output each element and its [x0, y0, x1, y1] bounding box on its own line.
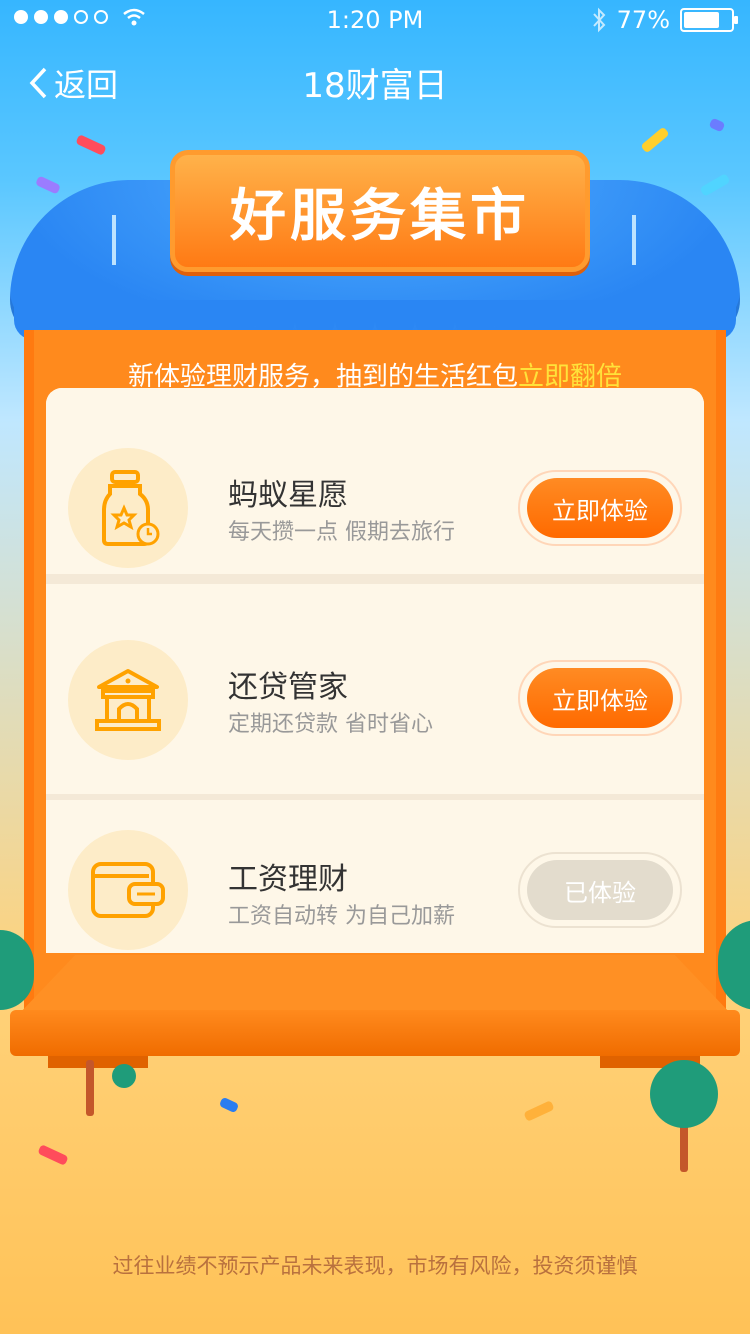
try-now-button-wrapper: 立即体验 — [518, 660, 682, 736]
risk-disclaimer: 过往业绩不预示产品未来表现，市场有风险，投资须谨慎 — [112, 1254, 638, 1278]
service-name: 蚂蚁星愿 — [228, 478, 348, 513]
service-name: 还贷管家 — [228, 670, 348, 705]
jar-star-icon — [102, 470, 160, 546]
navigation-bar: 返回 18财富日 — [0, 40, 750, 128]
service-icon-wrapper — [68, 640, 188, 760]
service-item: 还贷管家 定期还贷款 省时省心 立即体验 — [46, 608, 704, 804]
stall-counter — [10, 1010, 740, 1056]
confetti-decoration — [35, 175, 61, 195]
stall-counter-top — [18, 955, 732, 1015]
wallet-icon — [91, 862, 165, 918]
banner-hook — [112, 215, 116, 265]
battery-icon — [680, 8, 738, 32]
row-divider — [46, 574, 704, 584]
confetti-decoration — [699, 173, 731, 197]
service-description: 工资自动转 为自己加薪 — [228, 904, 455, 929]
try-now-button[interactable]: 立即体验 — [527, 668, 673, 728]
service-description: 每天攒一点 假期去旅行 — [228, 520, 455, 545]
try-now-button[interactable]: 立即体验 — [527, 478, 673, 538]
try-now-button-wrapper: 立即体验 — [518, 470, 682, 546]
confetti-decoration — [640, 126, 670, 154]
confetti-decoration — [37, 1144, 69, 1166]
confetti-decoration — [523, 1100, 555, 1122]
service-item: 工资理财 工资自动转 为自己加薪 已体验 — [46, 800, 704, 953]
service-name: 工资理财 — [228, 862, 348, 897]
bluetooth-icon — [592, 7, 606, 33]
market-banner: 好服务集市 — [170, 150, 590, 272]
banner-title: 好服务集市 — [230, 183, 530, 249]
experienced-button[interactable]: 已体验 — [527, 860, 673, 920]
experienced-button-wrapper: 已体验 — [518, 852, 682, 928]
tree-decoration — [650, 1060, 718, 1128]
service-item: 蚂蚁星愿 每天攒一点 假期去旅行 立即体验 — [46, 388, 704, 584]
tree-trunk — [86, 1060, 94, 1116]
status-bar: 1:20 PM 77% — [0, 0, 750, 40]
service-icon-wrapper — [68, 830, 188, 950]
confetti-decoration — [75, 134, 107, 156]
status-right: 77% — [591, 6, 738, 34]
battery-fill — [684, 12, 720, 28]
service-icon-wrapper — [68, 448, 188, 568]
bank-icon — [95, 669, 161, 731]
stall-leg — [48, 1056, 148, 1068]
battery-percent: 77% — [616, 6, 670, 34]
confetti-decoration — [218, 1096, 240, 1114]
tree-decoration — [112, 1064, 136, 1088]
banner-hook — [632, 215, 636, 265]
service-list: 蚂蚁星愿 每天攒一点 假期去旅行 立即体验 还贷管家 定期还贷款 省时省心 立即… — [46, 388, 704, 953]
page-title: 18财富日 — [302, 66, 448, 106]
service-description: 定期还贷款 省时省心 — [228, 712, 433, 737]
